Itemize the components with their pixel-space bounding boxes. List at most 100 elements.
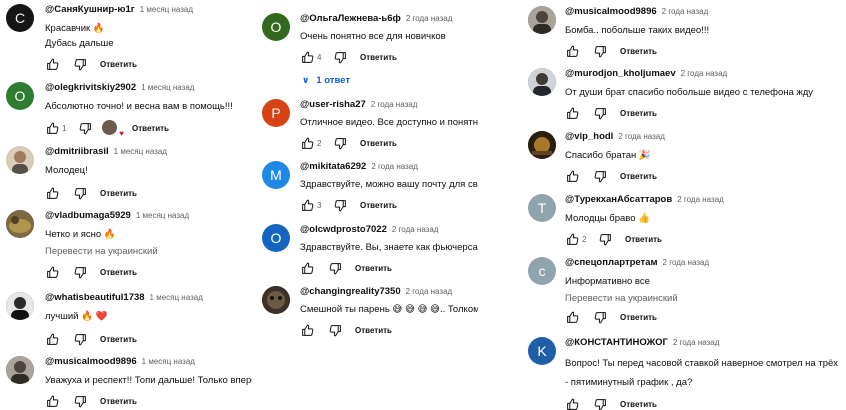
comment-time[interactable]: 1 месяц назад bbox=[136, 211, 189, 220]
dislike-icon[interactable] bbox=[73, 332, 87, 346]
translate-link[interactable]: Перевести на украинский bbox=[565, 293, 846, 304]
like-icon[interactable] bbox=[300, 136, 314, 150]
comment-author[interactable]: @vladbumaga5929 bbox=[45, 210, 131, 221]
comment-author[interactable]: @mikitata6292 bbox=[300, 161, 366, 172]
avatar[interactable]: P bbox=[262, 99, 290, 127]
comment-time[interactable]: 2 года назад bbox=[662, 7, 709, 16]
reply-button[interactable]: Ответить bbox=[100, 397, 137, 406]
reply-button[interactable]: Ответить bbox=[132, 124, 169, 133]
dislike-icon[interactable] bbox=[73, 186, 87, 200]
dislike-icon[interactable] bbox=[333, 50, 347, 64]
avatar[interactable]: K bbox=[528, 337, 556, 365]
reply-button[interactable]: Ответить bbox=[620, 47, 657, 56]
avatar[interactable] bbox=[528, 6, 556, 34]
comment-time[interactable]: 1 месяц назад bbox=[142, 357, 195, 366]
comment-author[interactable]: @musicalmood9896 bbox=[45, 356, 137, 367]
reply-button[interactable]: Ответить bbox=[100, 60, 137, 69]
reply-button[interactable]: Ответить bbox=[620, 400, 657, 409]
dislike-icon[interactable] bbox=[73, 265, 87, 279]
like-icon[interactable] bbox=[300, 50, 314, 64]
comment-time[interactable]: 1 месяц назад bbox=[141, 83, 194, 92]
comment-author[interactable]: @СаняКушнир-ю1г bbox=[45, 4, 135, 15]
dislike-icon[interactable] bbox=[593, 169, 607, 183]
reply-button[interactable]: Ответить bbox=[360, 201, 397, 210]
reply-button[interactable]: Ответить bbox=[360, 139, 397, 148]
like-icon[interactable] bbox=[565, 169, 579, 183]
avatar[interactable]: M bbox=[262, 161, 290, 189]
dislike-icon[interactable] bbox=[78, 121, 92, 135]
avatar[interactable] bbox=[528, 68, 556, 96]
like-icon[interactable] bbox=[565, 232, 579, 246]
comment-time[interactable]: 2 года назад bbox=[371, 162, 418, 171]
like-icon[interactable] bbox=[45, 394, 59, 408]
comment-author[interactable]: @спецоплартретам bbox=[565, 257, 658, 268]
avatar[interactable] bbox=[6, 292, 34, 320]
like-icon[interactable] bbox=[45, 265, 59, 279]
like-icon[interactable] bbox=[45, 57, 59, 71]
reply-button[interactable]: Ответить bbox=[355, 326, 392, 335]
like-icon[interactable] bbox=[300, 198, 314, 212]
avatar[interactable] bbox=[262, 286, 290, 314]
comment-author[interactable]: @vip_hodl bbox=[565, 131, 613, 142]
dislike-icon[interactable] bbox=[73, 57, 87, 71]
avatar[interactable]: Т bbox=[528, 194, 556, 222]
dislike-icon[interactable] bbox=[593, 397, 607, 410]
comment-author[interactable]: @ТурекханАбсаттаров bbox=[565, 194, 672, 205]
reply-button[interactable]: Ответить bbox=[620, 313, 657, 322]
comment-time[interactable]: 2 года назад bbox=[681, 69, 728, 78]
reply-button[interactable]: Ответить bbox=[360, 53, 397, 62]
comment-author[interactable]: @user-risha27 bbox=[300, 99, 366, 110]
like-icon[interactable] bbox=[300, 261, 314, 275]
comment-time[interactable]: 1 месяц назад bbox=[140, 5, 193, 14]
dislike-icon[interactable] bbox=[593, 106, 607, 120]
comment-author[interactable]: @ОльгаЛежнева-ь6ф bbox=[300, 13, 401, 24]
like-icon[interactable] bbox=[45, 332, 59, 346]
avatar[interactable] bbox=[6, 210, 34, 238]
dislike-icon[interactable] bbox=[328, 323, 342, 337]
avatar[interactable]: О bbox=[262, 13, 290, 41]
comment-time[interactable]: 1 месяц назад bbox=[114, 147, 167, 156]
comment-author[interactable]: @olegkrivitskiy2902 bbox=[45, 82, 136, 93]
dislike-icon[interactable] bbox=[73, 394, 87, 408]
avatar[interactable] bbox=[6, 356, 34, 384]
comment-time[interactable]: 2 года назад bbox=[663, 258, 710, 267]
like-icon[interactable] bbox=[565, 44, 579, 58]
dislike-icon[interactable] bbox=[593, 310, 607, 324]
comment-author[interactable]: @olcwdprosto7022 bbox=[300, 224, 387, 235]
comment-author[interactable]: @murodjon_kholjumaev bbox=[565, 68, 676, 79]
dislike-icon[interactable] bbox=[598, 232, 612, 246]
like-icon[interactable] bbox=[45, 121, 59, 135]
comment-author[interactable]: @dmitriibrasil bbox=[45, 146, 109, 157]
comment-time[interactable]: 2 года назад bbox=[406, 14, 453, 23]
like-icon[interactable] bbox=[565, 106, 579, 120]
avatar[interactable] bbox=[528, 131, 556, 159]
avatar[interactable] bbox=[6, 146, 34, 174]
show-replies-button[interactable]: ∨ 1 ответ bbox=[300, 75, 478, 86]
comment-author[interactable]: @changingreality7350 bbox=[300, 286, 401, 297]
reply-button[interactable]: Ответить bbox=[100, 335, 137, 344]
comment-author[interactable]: @musicalmood9896 bbox=[565, 6, 657, 17]
reply-button[interactable]: Ответить bbox=[100, 189, 137, 198]
comment-time[interactable]: 2 года назад bbox=[618, 132, 665, 141]
comment-author[interactable]: @КОНСТАНТИНОЖОГ bbox=[565, 337, 668, 348]
dislike-icon[interactable] bbox=[333, 136, 347, 150]
comment-time[interactable]: 2 года назад bbox=[406, 287, 453, 296]
reply-button[interactable]: Ответить bbox=[625, 235, 662, 244]
reply-button[interactable]: Ответить bbox=[620, 172, 657, 181]
like-icon[interactable] bbox=[300, 323, 314, 337]
reply-button[interactable]: Ответить bbox=[620, 109, 657, 118]
avatar[interactable]: O bbox=[6, 82, 34, 110]
avatar[interactable]: O bbox=[262, 224, 290, 252]
comment-time[interactable]: 2 года назад bbox=[677, 195, 724, 204]
like-icon[interactable] bbox=[565, 310, 579, 324]
comment-time[interactable]: 2 года назад bbox=[371, 100, 418, 109]
reply-button[interactable]: Ответить bbox=[355, 264, 392, 273]
like-icon[interactable] bbox=[45, 186, 59, 200]
translate-link[interactable]: Перевести на украинский bbox=[45, 246, 252, 257]
dislike-icon[interactable] bbox=[328, 261, 342, 275]
dislike-icon[interactable] bbox=[593, 44, 607, 58]
dislike-icon[interactable] bbox=[333, 198, 347, 212]
comment-time[interactable]: 2 года назад bbox=[673, 338, 720, 347]
avatar[interactable]: c bbox=[528, 257, 556, 285]
comment-author[interactable]: @whatisbeautiful1738 bbox=[45, 292, 145, 303]
